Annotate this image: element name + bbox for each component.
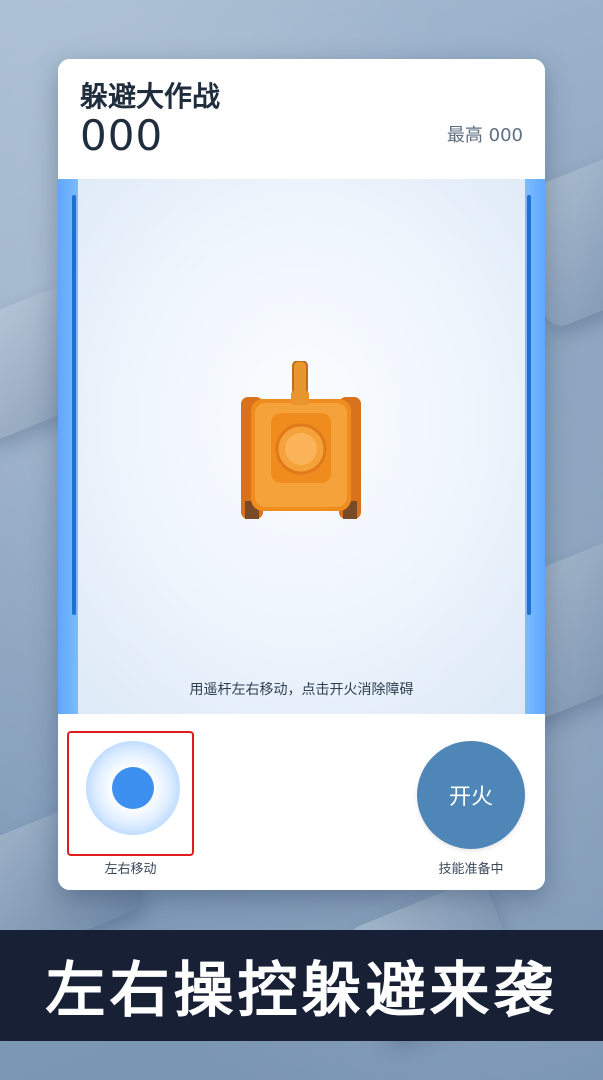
skill-status: 技能准备中 [438,862,504,877]
banner-text: 左右操控躲避来袭 [45,956,558,1026]
fire-button[interactable]: 开火 [417,741,525,849]
joystick-highlight [67,731,194,856]
left-rail-line [72,195,76,615]
tank-icon [241,361,361,519]
play-field[interactable]: 用遥杆左右移动，点击开火消除障碍 [58,179,545,714]
joystick-label: 左右移动 [104,862,157,877]
game-card: 躲避大作战 000 最高 000 用遥杆左右移动，点击开火消除障碍 左右移动 开… [58,59,545,890]
game-header: 躲避大作战 000 最高 000 [58,59,545,179]
right-boundary-rail [525,179,545,714]
current-score: 000 [80,111,164,160]
right-rail-line [527,195,531,615]
control-hint: 用遥杆左右移动，点击开火消除障碍 [189,682,414,698]
joystick-knob[interactable] [112,767,154,809]
joystick[interactable] [86,741,180,835]
left-boundary-rail [58,179,78,714]
best-score: 最高 000 [446,125,523,146]
promo-banner: 左右操控躲避来袭 [0,930,603,1041]
game-title: 躲避大作战 [80,80,221,113]
control-panel: 左右移动 开火 技能准备中 [58,714,545,890]
